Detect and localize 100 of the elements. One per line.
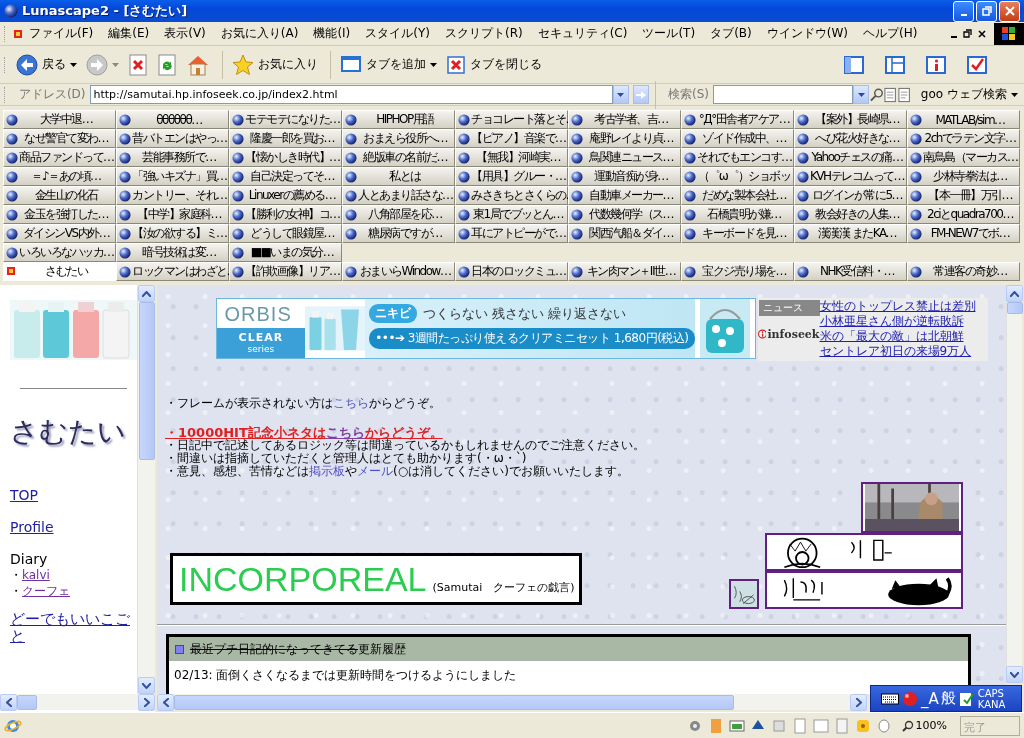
tab[interactable]: Yahooチェスの痛… — [794, 148, 907, 167]
tab[interactable]: 人とあまり話さな… — [342, 186, 455, 205]
tab[interactable]: いろいろなハッカ… — [3, 243, 116, 262]
news-link[interactable]: 小林亜星さん側が逆転敗訴 — [819, 314, 976, 329]
scroll-down-button[interactable] — [1006, 666, 1023, 683]
nav-link[interactable]: kalvi — [22, 568, 50, 582]
tab[interactable]: 2chでラテン文字… — [907, 129, 1020, 148]
tab[interactable]: 暗号技術は変… — [116, 243, 229, 262]
tab[interactable]: 東1局でブッとん… — [455, 205, 568, 224]
tab[interactable]: 常連客の奇妙… — [907, 262, 1020, 281]
scrollbar[interactable] — [137, 285, 155, 694]
close-button[interactable] — [999, 0, 1020, 22]
news-link[interactable]: 女性のトップレス禁止は差別 — [819, 299, 976, 314]
tab[interactable]: どうして眼鏡屋… — [229, 224, 342, 243]
menu-item[interactable]: タブ(B) — [704, 23, 758, 44]
tab[interactable]: 【ピアノ】音楽で… — [455, 129, 568, 148]
scroll-thumb[interactable] — [17, 694, 37, 710]
tab[interactable]: 【用具】グルー・… — [455, 167, 568, 186]
tab[interactable]: 【懐かしき時代】… — [229, 148, 342, 167]
tab[interactable]: MATLAB/sim… — [907, 110, 1020, 129]
scroll-left-button[interactable] — [0, 693, 17, 711]
back-button[interactable]: 戻る — [13, 51, 80, 78]
tab[interactable]: なぜ警官て変わ… — [3, 129, 116, 148]
tab[interactable]: 代数幾何学（ス… — [568, 205, 681, 224]
tab[interactable]: 「強いキズナ」買… — [116, 167, 229, 186]
tab[interactable]: モテモテになりた… — [229, 110, 342, 129]
tab[interactable]: ■■いまの気分… — [229, 243, 342, 262]
tab[interactable]: KVHテレコムって… — [794, 167, 907, 186]
search-icon[interactable] — [869, 86, 885, 103]
tab[interactable]: 【汝の欲する】ミ… — [116, 224, 229, 243]
tab[interactable]: 昔バトエンはやっ… — [116, 129, 229, 148]
add-tab-button[interactable]: タブを追加 — [337, 52, 440, 77]
tab[interactable]: ロックマンはわざと… — [116, 262, 229, 281]
tab[interactable]: 大学中退… — [3, 110, 116, 129]
tab[interactable]: ＝♪＝あの頃… — [3, 167, 116, 186]
tab[interactable]: 少林寺拳法は… — [907, 167, 1020, 186]
tab[interactable]: ダイシンVS内外… — [3, 224, 116, 243]
tab[interactable]: 芸能事務所で… — [116, 148, 229, 167]
tab[interactable]: 私とは — [342, 167, 455, 186]
tab[interactable]: それでもエンコす… — [681, 148, 794, 167]
link[interactable]: メール — [357, 464, 393, 478]
search-engine-button[interactable]: goo ウェブ検索 — [914, 85, 1024, 104]
scrollbar[interactable] — [157, 694, 867, 710]
tab[interactable]: カントリー、それ… — [116, 186, 229, 205]
menu-item[interactable]: スタイル(Y) — [359, 23, 436, 44]
tab[interactable]: 自己決定ってそ… — [229, 167, 342, 186]
tab[interactable]: °Д°田舎者アケア… — [681, 110, 794, 129]
tab[interactable]: 【勝利の女神】コ… — [229, 205, 342, 224]
tab[interactable]: 耳にアトピーがで… — [455, 224, 568, 243]
ad-banner[interactable]: ORBIS CLEAR series ニキビ つくらない 残さない 繰り返さない •••➔ 3週間たっぷり使えるクリアミニセット 1,680円(税込) — [215, 298, 756, 359]
tab[interactable]: ログインが常に5… — [794, 186, 907, 205]
scroll-up-button[interactable] — [1006, 285, 1023, 302]
scroll-thumb[interactable] — [174, 694, 734, 710]
tab[interactable]: 絶版車の名前だ… — [342, 148, 455, 167]
tab[interactable]: へび花火好きな… — [794, 129, 907, 148]
tab[interactable]: 【本一冊】万引… — [907, 186, 1020, 205]
tab[interactable]: 自動車メーカー… — [568, 186, 681, 205]
tab[interactable]: 漢漢漢 またKA… — [794, 224, 907, 243]
link[interactable]: 掲示板 — [309, 464, 345, 478]
tab[interactable]: 教会好きの人集… — [794, 205, 907, 224]
tab[interactable]: 金生山の化石 — [3, 186, 116, 205]
tab[interactable]: 南鳥島（マーカス… — [907, 148, 1020, 167]
forward-button[interactable] — [83, 51, 122, 78]
tab[interactable]: 2ciとquadra700… — [907, 205, 1020, 224]
tab[interactable]: 考古学者、吉… — [568, 110, 681, 129]
close-tab-button[interactable]: タブを閉じる — [443, 52, 545, 77]
menu-item[interactable]: 機能(I) — [307, 23, 357, 44]
scroll-right-button[interactable] — [138, 693, 155, 711]
tab[interactable]: （゜ω゜）ショボッ — [681, 167, 794, 186]
menu-item[interactable]: ファイル(F) — [23, 23, 100, 44]
page-icon[interactable] — [884, 86, 898, 103]
menu-item[interactable]: 表示(V) — [158, 23, 212, 44]
tab[interactable]: 運動音痴が身… — [568, 167, 681, 186]
link[interactable]: こちら — [333, 396, 369, 410]
tab[interactable]: チョコレート落とそ… — [455, 110, 568, 129]
tab[interactable]: 庵野レイより貞… — [568, 129, 681, 148]
news-link[interactable]: セントレア初日の来場9万人 — [819, 344, 976, 359]
scroll-down-button[interactable] — [138, 677, 155, 694]
tab[interactable]: キーボードを見… — [681, 224, 794, 243]
tab[interactable]: FM-NEW7でボ… — [907, 224, 1020, 243]
scroll-up-button[interactable] — [138, 285, 155, 302]
nav-link[interactable]: TOP — [10, 487, 137, 503]
tab[interactable]: 金玉を強打した… — [3, 205, 116, 224]
tab[interactable]: NHK受信料・… — [794, 262, 907, 281]
tab[interactable]: さむたい — [3, 262, 116, 281]
menu-item[interactable]: ツール(T) — [636, 23, 702, 44]
tab[interactable]: キン肉マン＋Ⅱ世… — [568, 262, 681, 281]
nav-link[interactable]: Profile — [10, 519, 137, 535]
page-icon[interactable] — [897, 86, 911, 103]
scrollbar[interactable] — [1006, 285, 1022, 683]
dictionary-mode[interactable]: 般 — [940, 689, 956, 708]
tab[interactable]: Linuxerの薦める… — [229, 186, 342, 205]
tab[interactable]: おまえら役所へ… — [342, 129, 455, 148]
scroll-thumb[interactable] — [138, 302, 155, 460]
menu-item[interactable]: ウインドウ(W) — [760, 23, 854, 44]
menu-item[interactable]: スクリプト(R) — [439, 23, 529, 44]
tab[interactable]: 八角部屋を応… — [342, 205, 455, 224]
zoom-button[interactable]: 100% — [895, 718, 953, 733]
minimize-button[interactable] — [953, 0, 974, 22]
tab[interactable]: 商品ファンドって… — [3, 148, 116, 167]
